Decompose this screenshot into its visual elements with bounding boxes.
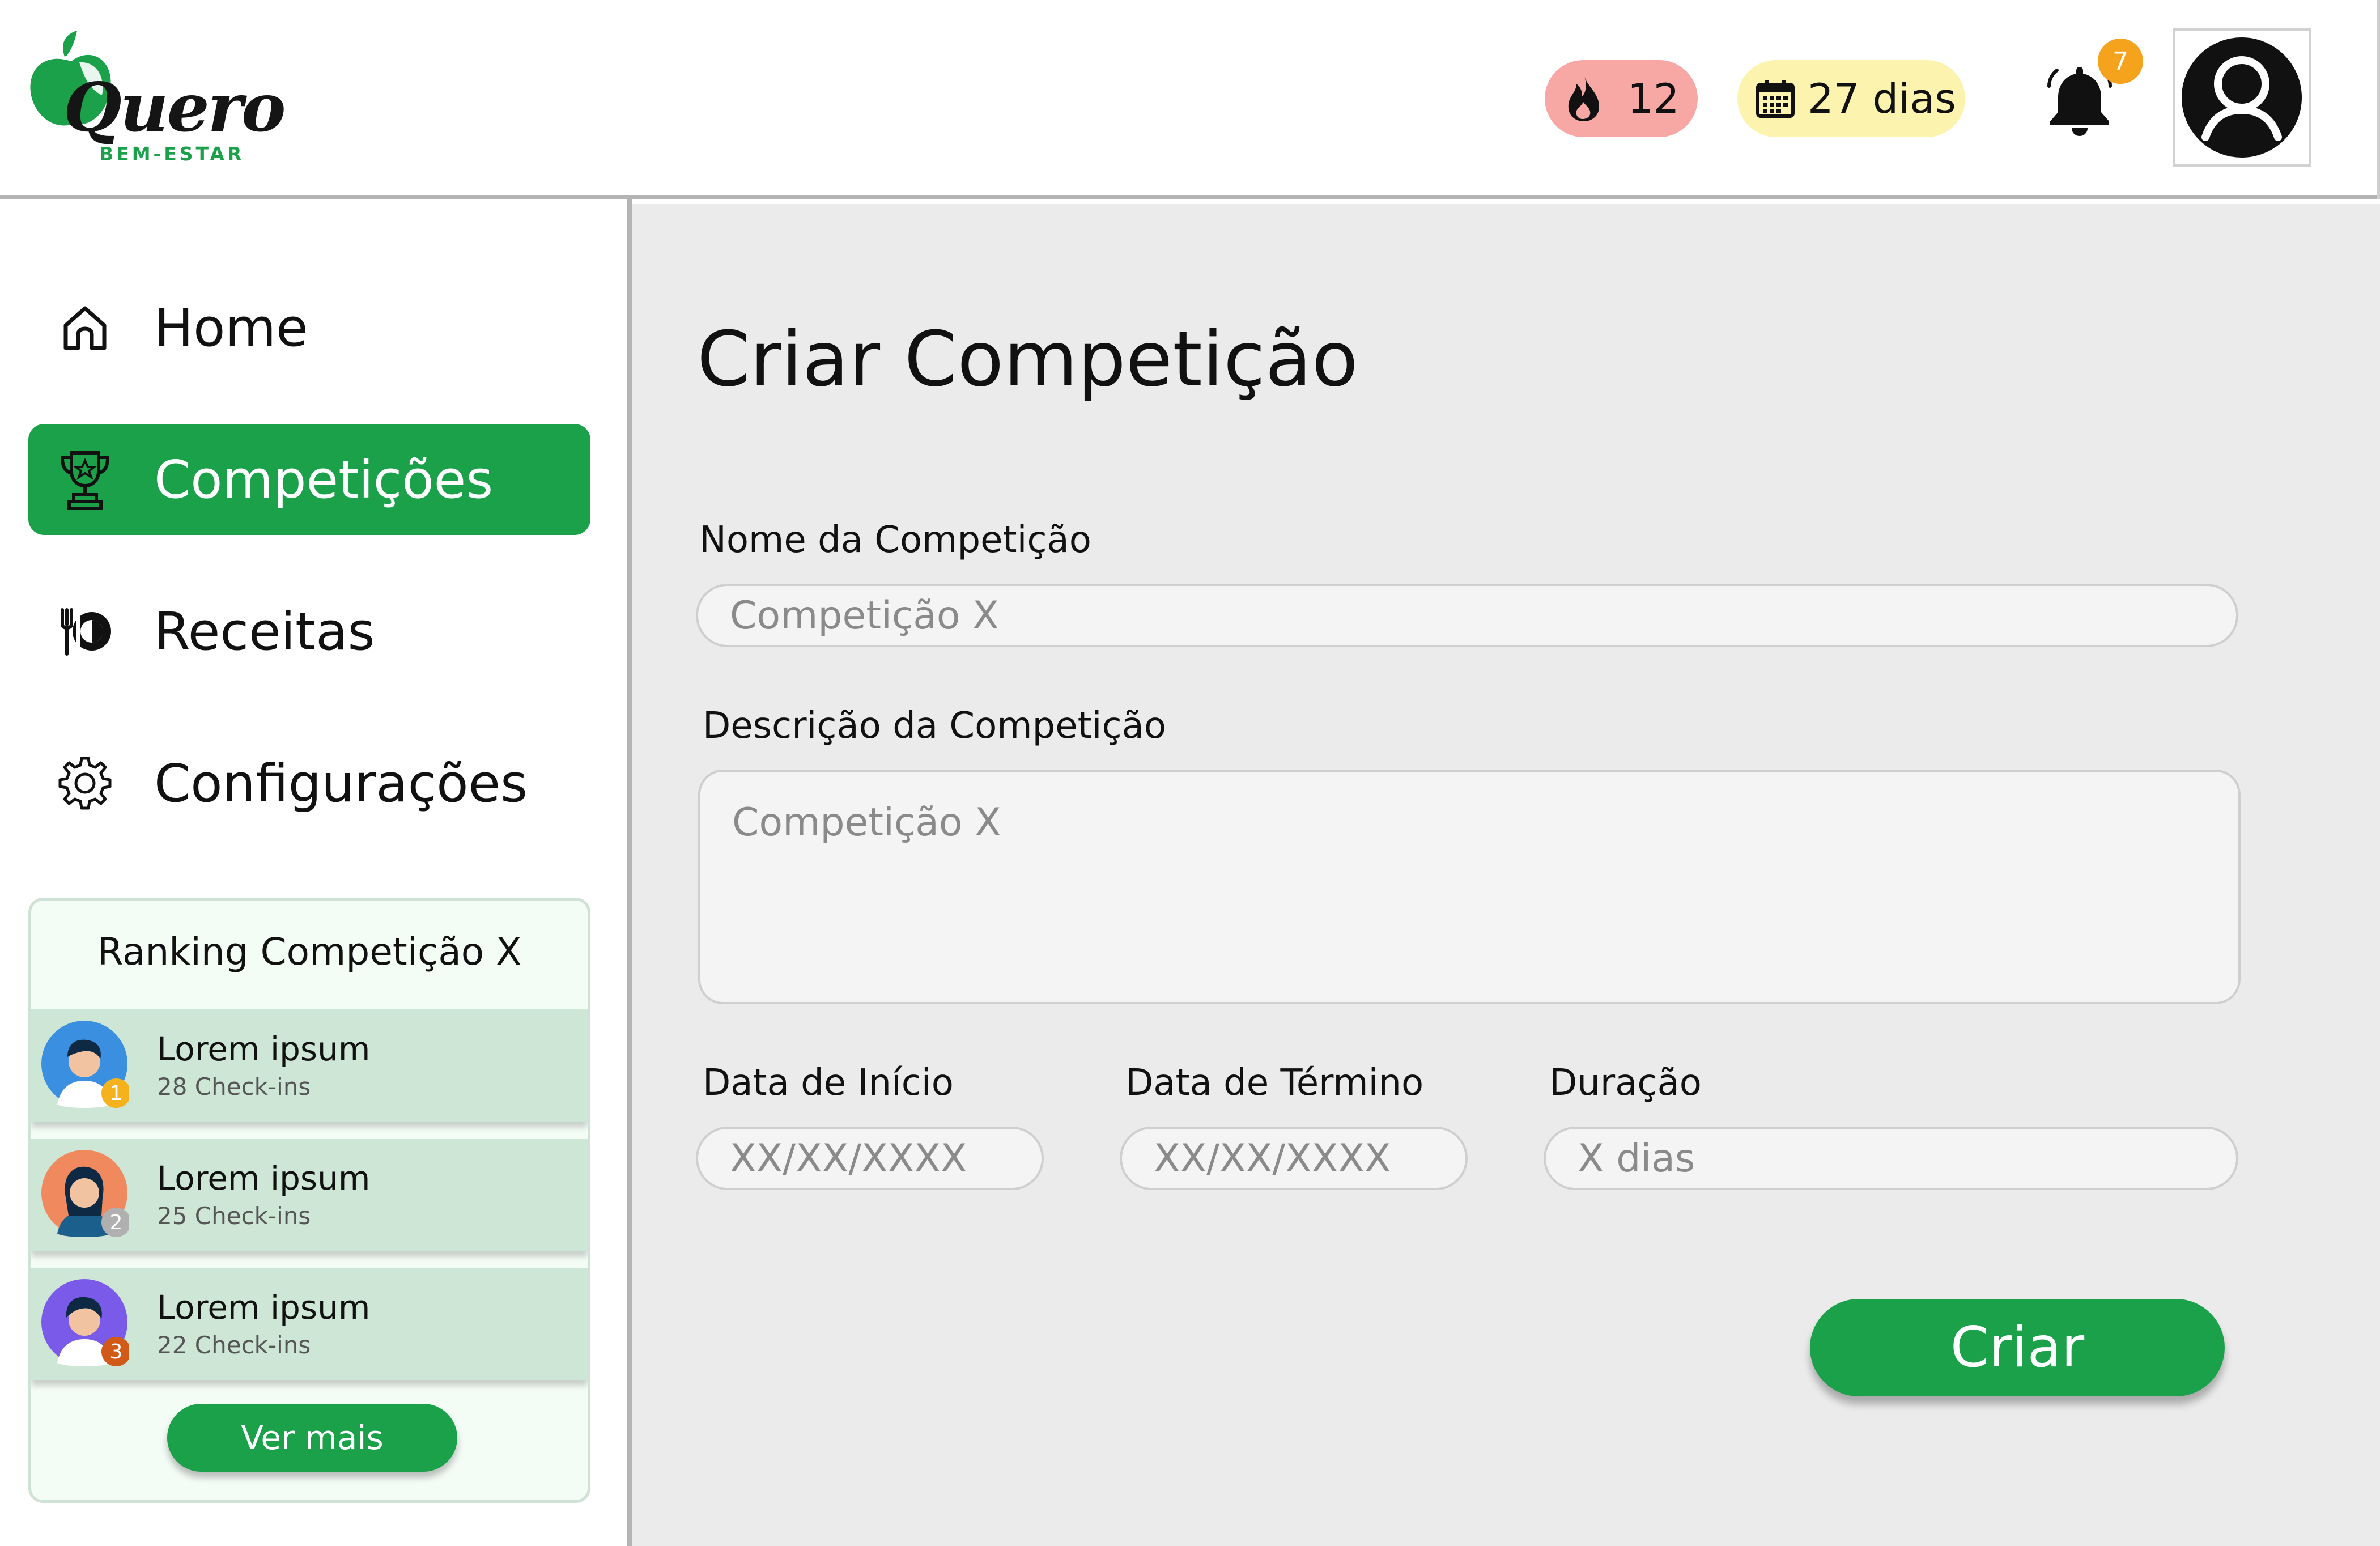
ranking-title: Ranking Competição X [97, 930, 522, 974]
duration-label: Duração [1549, 1062, 1702, 1104]
ranking-row[interactable]: 2 Lorem ipsum 25 Check-ins [31, 1139, 588, 1251]
svg-text:1: 1 [110, 1082, 123, 1105]
top-header: Quero BEM-ESTAR 12 27 dias 7 [0, 0, 2380, 199]
see-more-button[interactable]: Ver mais [167, 1404, 457, 1472]
sidebar-item-label: Competições [154, 449, 494, 510]
user-avatar-icon: 3 [41, 1279, 129, 1366]
end-date-placeholder: XX/XX/XXXX [1154, 1136, 1391, 1181]
competition-name-input[interactable]: Competição X [696, 584, 2238, 647]
sidebar-item-label: Home [154, 297, 308, 358]
ranking-name: Lorem ipsum [157, 1159, 371, 1197]
brand-wordmark: Quero [63, 68, 286, 147]
ranking-checkins: 25 Check-ins [157, 1202, 311, 1230]
start-date-label: Data de Início [703, 1062, 954, 1104]
sidebar-divider [627, 199, 632, 1546]
create-button[interactable]: Criar [1810, 1299, 2225, 1396]
profile-avatar[interactable] [2173, 28, 2311, 167]
svg-text:2: 2 [110, 1211, 123, 1234]
sidebar-item-home[interactable]: Home [28, 272, 590, 383]
description-label: Descrição da Competição [703, 705, 1166, 747]
ranking-checkins: 22 Check-ins [157, 1331, 311, 1359]
streak-value: 12 [1627, 75, 1680, 122]
flame-icon [1568, 76, 1599, 121]
streak-badge[interactable]: 12 [1545, 60, 1698, 137]
start-date-placeholder: XX/XX/XXXX [730, 1136, 967, 1181]
svg-text:3: 3 [110, 1340, 123, 1364]
sidebar-item-label: Configurações [154, 753, 528, 814]
days-value: 27 dias [1808, 75, 1956, 122]
ranking-row[interactable]: 1 Lorem ipsum 28 Check-ins [31, 1009, 588, 1122]
main-content: Criar Competição Nome da Competição Comp… [632, 204, 2380, 1546]
plate-cutlery-icon [56, 602, 114, 661]
ranking-checkins: 28 Check-ins [157, 1073, 311, 1101]
ranking-row[interactable]: 3 Lorem ipsum 22 Check-ins [31, 1268, 588, 1380]
duration-input[interactable]: X dias [1544, 1127, 2238, 1190]
brand-tagline: BEM-ESTAR [99, 143, 245, 165]
brand-logo[interactable]: Quero BEM-ESTAR [25, 28, 286, 170]
name-label: Nome da Competição [699, 519, 1091, 561]
competition-description-textarea[interactable]: Competição X [698, 770, 2241, 1004]
ranking-card: Ranking Competição X 1 Lorem ipsum 28 Ch… [28, 898, 590, 1503]
notification-count-badge: 7 [2098, 39, 2143, 84]
user-avatar-icon: 2 [41, 1150, 129, 1237]
user-avatar-icon [2182, 37, 2302, 158]
end-date-label: Data de Término [1125, 1062, 1424, 1104]
sidebar-item-configuracoes[interactable]: Configurações [28, 728, 590, 839]
duration-placeholder: X dias [1578, 1136, 1695, 1181]
sidebar-item-label: Receitas [154, 601, 375, 662]
gear-icon [56, 754, 114, 813]
home-icon [56, 298, 114, 357]
header-edge [2377, 0, 2380, 199]
ranking-name: Lorem ipsum [157, 1288, 371, 1327]
page-title: Criar Competição [697, 315, 1358, 404]
end-date-input[interactable]: XX/XX/XXXX [1120, 1127, 1468, 1190]
start-date-input[interactable]: XX/XX/XXXX [696, 1127, 1044, 1190]
description-placeholder: Competição X [732, 800, 1001, 845]
sidebar-item-receitas[interactable]: Receitas [28, 576, 590, 687]
name-placeholder: Competição X [730, 593, 999, 638]
trophy-icon [56, 450, 114, 510]
user-avatar-icon: 1 [41, 1021, 129, 1108]
calendar-icon [1756, 80, 1795, 118]
days-badge[interactable]: 27 dias [1737, 60, 1965, 137]
ranking-name: Lorem ipsum [157, 1030, 371, 1068]
sidebar-item-competicoes[interactable]: Competições [28, 424, 590, 535]
